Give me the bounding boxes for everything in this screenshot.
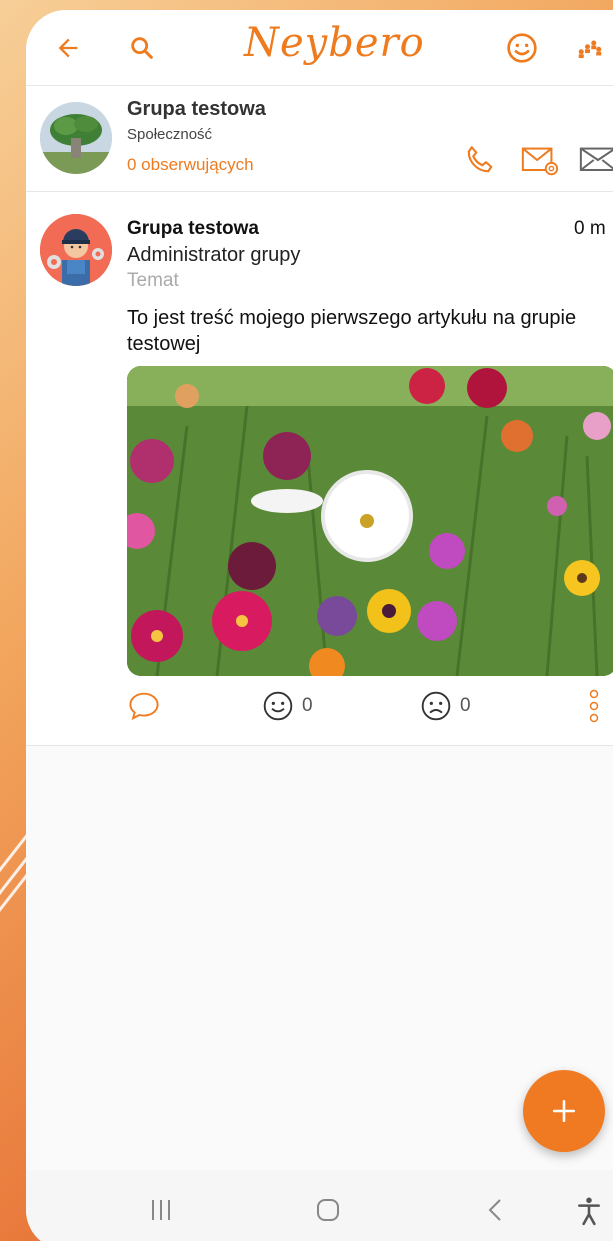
- phone-screen: Neybero Grupa testowa Społeczność 0 obse…: [26, 10, 613, 1241]
- group-type: Społeczność: [127, 126, 213, 143]
- group-name: Grupa testowa: [127, 98, 266, 120]
- sad-face-icon: [421, 691, 451, 721]
- post-image[interactable]: [127, 366, 613, 676]
- post-time: 0 m: [574, 218, 606, 239]
- search-icon[interactable]: [124, 30, 160, 66]
- author-avatar[interactable]: [40, 214, 112, 286]
- system-nav-bar: [26, 1170, 613, 1241]
- happy-count: 0: [302, 695, 313, 716]
- post-author[interactable]: Grupa testowa: [127, 218, 259, 240]
- post-body: To jest treść mojego pierwszego artykułu…: [127, 307, 577, 355]
- phone-icon[interactable]: [462, 142, 502, 182]
- app-bar: Neybero: [26, 10, 613, 86]
- accessibility-icon[interactable]: [576, 1196, 602, 1231]
- comment-button[interactable]: [127, 688, 161, 724]
- followers-link[interactable]: 0 obserwujących: [127, 155, 254, 175]
- back-arrow-icon[interactable]: [50, 30, 86, 66]
- comment-icon: [129, 692, 159, 721]
- back-icon[interactable]: [484, 1196, 506, 1229]
- group-people-icon[interactable]: [572, 30, 608, 66]
- sad-reaction-button[interactable]: 0: [420, 688, 471, 724]
- happy-face-icon: [263, 691, 293, 721]
- message-envelope-icon[interactable]: [578, 142, 613, 182]
- happy-reaction-button[interactable]: 0: [262, 688, 313, 724]
- sad-count: 0: [460, 695, 471, 716]
- more-options-icon[interactable]: [588, 688, 600, 724]
- post-card[interactable]: Grupa testowa 0 m Administrator grupy Te…: [26, 192, 613, 746]
- home-icon[interactable]: [314, 1196, 342, 1229]
- post-topic: Temat: [127, 270, 179, 291]
- email-icon[interactable]: [520, 142, 560, 182]
- plus-icon: [552, 1099, 576, 1123]
- group-avatar[interactable]: [40, 102, 112, 174]
- group-header[interactable]: Grupa testowa Społeczność 0 obserwującyc…: [26, 86, 613, 192]
- author-role: Administrator grupy: [127, 244, 301, 266]
- app-logo: Neybero: [244, 20, 425, 66]
- recent-apps-icon[interactable]: [148, 1196, 174, 1229]
- add-post-button[interactable]: [523, 1070, 605, 1152]
- smiley-icon[interactable]: [504, 30, 540, 66]
